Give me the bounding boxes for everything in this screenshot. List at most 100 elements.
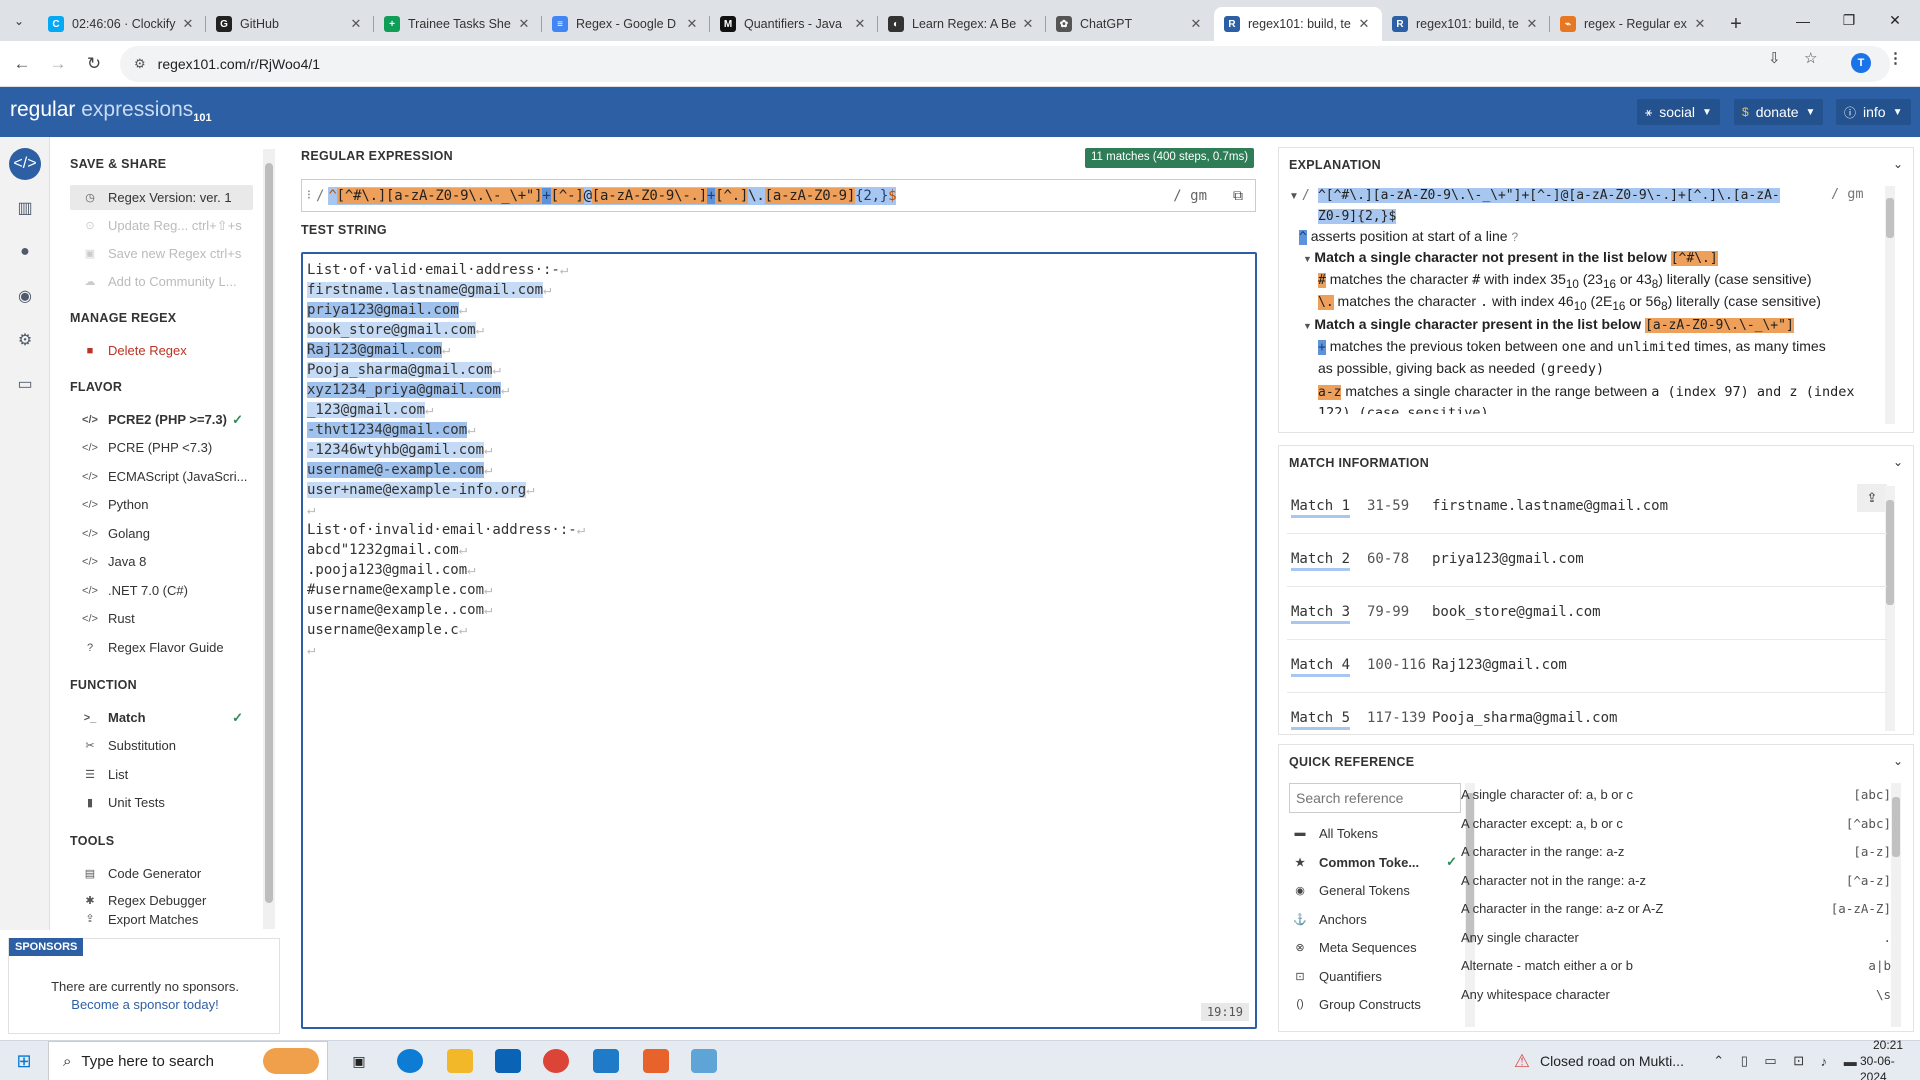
browser-tab[interactable]: Rregex101: build, te ✕ [1382, 7, 1550, 41]
flavor-dotnet[interactable]: </> .NET 7.0 (C#) [70, 578, 253, 603]
drag-handle-icon[interactable]: ⁝ [302, 188, 316, 203]
flavor-guide[interactable]: ? Regex Flavor Guide [70, 635, 253, 660]
regex-version-item[interactable]: ◷ Regex Version: ver. 1 [70, 185, 253, 210]
code-editor-icon[interactable]: </> [9, 148, 41, 180]
collapse-chevron-icon[interactable]: ⌄ [1893, 157, 1903, 171]
window-close-icon[interactable]: ✕ [1872, 0, 1918, 41]
function-unit-tests[interactable]: ▮ Unit Tests [70, 790, 253, 815]
reference-row[interactable]: Any whitespace character \s [1461, 983, 1891, 1006]
reload-icon[interactable]: ↻ [82, 52, 106, 76]
category-anchors[interactable]: ⚓ Anchors [1291, 907, 1461, 931]
battery-icon[interactable]: ▬ [1844, 1054, 1857, 1069]
taskbar-search-box[interactable]: ⌕ Type here to search [48, 1041, 328, 1080]
explanation-scrollbar[interactable] [1885, 186, 1895, 424]
regex-input[interactable]: ⁝ / ^[^#\.][a-zA-Z0-9\.\-_\+"]+[^-]@[a-z… [301, 179, 1256, 212]
function-match[interactable]: >_ Match ✓ [70, 705, 253, 730]
tab-close-icon[interactable]: ✕ [180, 16, 196, 32]
match-row[interactable]: Match 3 79-99 book_store@gmail.com [1287, 588, 1887, 640]
flavor-python[interactable]: </> Python [70, 492, 253, 517]
social-button[interactable]: ⚹ social ▼ [1637, 99, 1720, 125]
category-general-tokens[interactable]: ◉ General Tokens [1291, 878, 1461, 902]
reference-row[interactable]: A character in the range: a-z [a-z] [1461, 840, 1891, 863]
help-circle-icon[interactable]: ? [1511, 230, 1518, 244]
collapse-chevron-icon[interactable]: ⌄ [1893, 754, 1903, 768]
flavor-ecmascript[interactable]: </> ECMAScript (JavaScri... [70, 464, 253, 489]
sidebar-scrollbar[interactable] [263, 149, 275, 929]
category-meta-sequences[interactable]: ⊗ Meta Sequences [1291, 935, 1461, 959]
app-icon[interactable] [691, 1049, 717, 1073]
browser-tab[interactable]: G GitHub ✕ [206, 7, 374, 41]
regex101-logo[interactable]: regular expressions101 [10, 98, 212, 124]
tab-close-icon[interactable]: ✕ [1188, 16, 1204, 32]
category-all-tokens[interactable]: ▬ All Tokens [1291, 821, 1461, 845]
browser-tab[interactable]: + Trainee Tasks She ✕ [374, 7, 542, 41]
tray-device-icon[interactable]: ▭ [1764, 1053, 1776, 1069]
save-new-regex-item[interactable]: ▣ Save new Regex ctrl+s [70, 241, 253, 266]
reference-row[interactable]: Any single character. [1461, 926, 1891, 949]
tab-close-icon[interactable]: ✕ [348, 16, 364, 32]
regex-text[interactable]: ^[^#\.][a-zA-Z0-9\.\-_\+"]+[^-]@[a-zA-Z0… [328, 186, 897, 205]
add-community-item[interactable]: ☁ Add to Community L... [70, 269, 253, 294]
reference-row[interactable]: Alternate - match either a or b a|b [1461, 954, 1891, 977]
match-row[interactable]: Match 1 31-59 firstname.lastname@gmail.com [1287, 482, 1887, 534]
copy-icon[interactable]: ⧉ [1233, 188, 1243, 204]
tray-device-icon[interactable]: ▯ [1741, 1053, 1748, 1069]
category-group-constructs[interactable]: () Group Constructs [1291, 992, 1461, 1016]
clock[interactable]: 20:21 30-06-2024 [1860, 1038, 1916, 1080]
site-info-icon[interactable]: ⚙ [134, 56, 146, 72]
browser-tab[interactable]: ⌁ regex - Regular ex ✕ [1550, 7, 1718, 41]
test-string-editor[interactable]: List·of·valid·email·address·:-↵ firstnam… [301, 252, 1257, 1029]
browser-tab[interactable]: C 02:46:06 · Clockify ✕ [38, 7, 206, 41]
tray-chevron-icon[interactable]: ⌃ [1713, 1053, 1724, 1069]
regex-flags[interactable]: / gm [1173, 188, 1207, 204]
browser-tab-active[interactable]: Rregex101: build, te ✕ [1214, 7, 1382, 41]
tool-regex-debugger[interactable]: ✱ Regex Debugger [70, 888, 253, 913]
forward-arrow-icon[interactable]: → [46, 52, 70, 76]
windows-start-icon[interactable]: ⊞ [8, 1041, 40, 1080]
news-ticker[interactable]: Closed road on Mukti... [1540, 1041, 1720, 1080]
update-regex-item[interactable]: ⊙ Update Reg... ctrl+⇧+s [70, 213, 253, 238]
browser-tab[interactable]: ✿ ChatGPT ✕ [1046, 7, 1214, 41]
weather-news-icon[interactable]: ⚠ [1505, 1041, 1539, 1080]
match-row[interactable]: Match 2 60-78 priya123@gmail.com [1287, 535, 1887, 587]
profile-avatar[interactable]: T [1851, 53, 1871, 73]
reference-row[interactable]: A character except: a, b or c [^abc] [1461, 812, 1891, 835]
browser-tab[interactable]: ◐ Learn Regex: A Be ✕ [878, 7, 1046, 41]
flavor-pcre[interactable]: </> PCRE (PHP <7.3) [70, 435, 253, 460]
new-tab-plus-icon[interactable]: + [1718, 7, 1754, 41]
category-common-tokens[interactable]: ★ Common Toke... ✓ [1291, 850, 1461, 874]
collapse-chevron-icon[interactable]: ⌄ [1893, 455, 1903, 469]
tab-close-icon[interactable]: ✕ [1524, 16, 1540, 32]
function-substitution[interactable]: ✂ Substitution [70, 733, 253, 758]
tab-close-icon[interactable]: ✕ [1020, 16, 1036, 32]
browser-tab[interactable]: M Quantifiers - Java ✕ [710, 7, 878, 41]
flavor-rust[interactable]: </> Rust [70, 606, 253, 631]
file-explorer-icon[interactable] [447, 1049, 473, 1073]
tab-close-icon[interactable]: ✕ [684, 16, 700, 32]
match-row[interactable]: Match 5 117-139 Pooja_sharma@gmail.com [1287, 694, 1887, 734]
system-tray[interactable]: ⌃ ▯ ▭ ⊡ ♪ ▬ [1705, 1041, 1865, 1080]
tool-code-generator[interactable]: ▤ Code Generator [70, 861, 253, 886]
vscode-icon[interactable] [593, 1049, 619, 1073]
install-app-icon[interactable]: ⇩ [1768, 49, 1781, 67]
browser-tab[interactable]: ≡ Regex - Google D ✕ [542, 7, 710, 41]
info-button[interactable]: ⓘ info ▼ [1836, 99, 1911, 125]
chat-icon[interactable]: ▭ [9, 368, 41, 400]
reference-row[interactable]: A single character of: a, b or c [abc] [1461, 783, 1891, 806]
become-sponsor-link[interactable]: Become a sponsor today! [9, 997, 281, 1012]
bookmark-star-icon[interactable]: ☆ [1804, 49, 1817, 67]
tab-close-icon[interactable]: ✕ [1692, 16, 1708, 32]
volume-icon[interactable]: ♪ [1821, 1054, 1828, 1069]
chrome-icon[interactable] [543, 1049, 569, 1073]
library-icon[interactable]: ▥ [9, 192, 41, 224]
url-text[interactable]: regex101.com/r/RjWoo4/1 [158, 56, 320, 72]
flavor-pcre2[interactable]: </> PCRE2 (PHP >=7.3) ✓ [70, 407, 253, 432]
settings-gear-icon[interactable]: ⚙ [9, 324, 41, 356]
edge-icon[interactable] [397, 1049, 423, 1073]
flavor-java8[interactable]: </> Java 8 [70, 549, 253, 574]
task-view-icon[interactable]: ▣ [344, 1041, 374, 1080]
donate-button[interactable]: $ donate ▼ [1734, 99, 1824, 125]
account-icon[interactable]: ● [9, 236, 41, 268]
tab-close-icon[interactable]: ✕ [1356, 16, 1372, 32]
back-arrow-icon[interactable]: ← [10, 52, 34, 76]
